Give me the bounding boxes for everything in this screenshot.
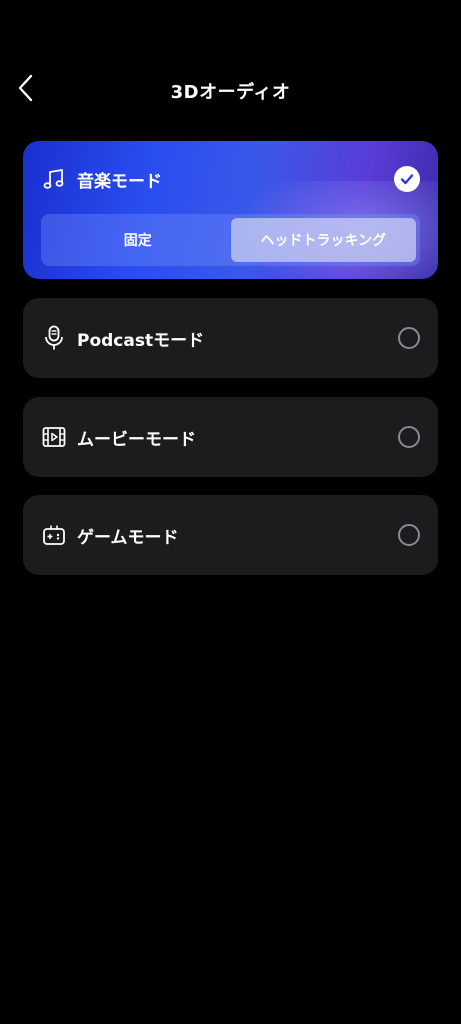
mode-row-music: 音楽モード bbox=[41, 141, 420, 217]
radio-game[interactable] bbox=[398, 524, 420, 546]
mode-row-game: ゲームモード bbox=[41, 495, 420, 575]
microphone-icon bbox=[41, 325, 67, 351]
mode-row-movie: ムービーモード bbox=[41, 397, 420, 477]
mode-card-podcast[interactable]: Podcastモード bbox=[23, 298, 438, 378]
tracking-segmented-control: 固定 ヘッドトラッキング bbox=[41, 214, 420, 266]
mode-label-movie: ムービーモード bbox=[77, 429, 196, 450]
mode-card-music[interactable]: 音楽モード 固定 ヘッドトラッキング bbox=[23, 141, 438, 279]
film-icon bbox=[41, 424, 67, 450]
mode-label-podcast: Podcastモード bbox=[77, 330, 205, 351]
mode-label-game: ゲームモード bbox=[77, 527, 179, 548]
mode-row-podcast: Podcastモード bbox=[41, 298, 420, 378]
mode-label-music: 音楽モード bbox=[77, 171, 162, 192]
mode-card-game[interactable]: ゲームモード bbox=[23, 495, 438, 575]
mode-card-movie[interactable]: ムービーモード bbox=[23, 397, 438, 477]
selected-check-icon[interactable] bbox=[394, 166, 420, 192]
gamepad-icon bbox=[41, 522, 67, 548]
segment-head-tracking[interactable]: ヘッドトラッキング bbox=[230, 218, 416, 262]
radio-movie[interactable] bbox=[398, 426, 420, 448]
radio-podcast[interactable] bbox=[398, 327, 420, 349]
music-note-icon bbox=[41, 166, 67, 192]
header: 3Dオーディオ bbox=[0, 60, 461, 120]
page-title: 3Dオーディオ bbox=[170, 82, 291, 103]
segment-fixed[interactable]: 固定 bbox=[45, 218, 231, 262]
